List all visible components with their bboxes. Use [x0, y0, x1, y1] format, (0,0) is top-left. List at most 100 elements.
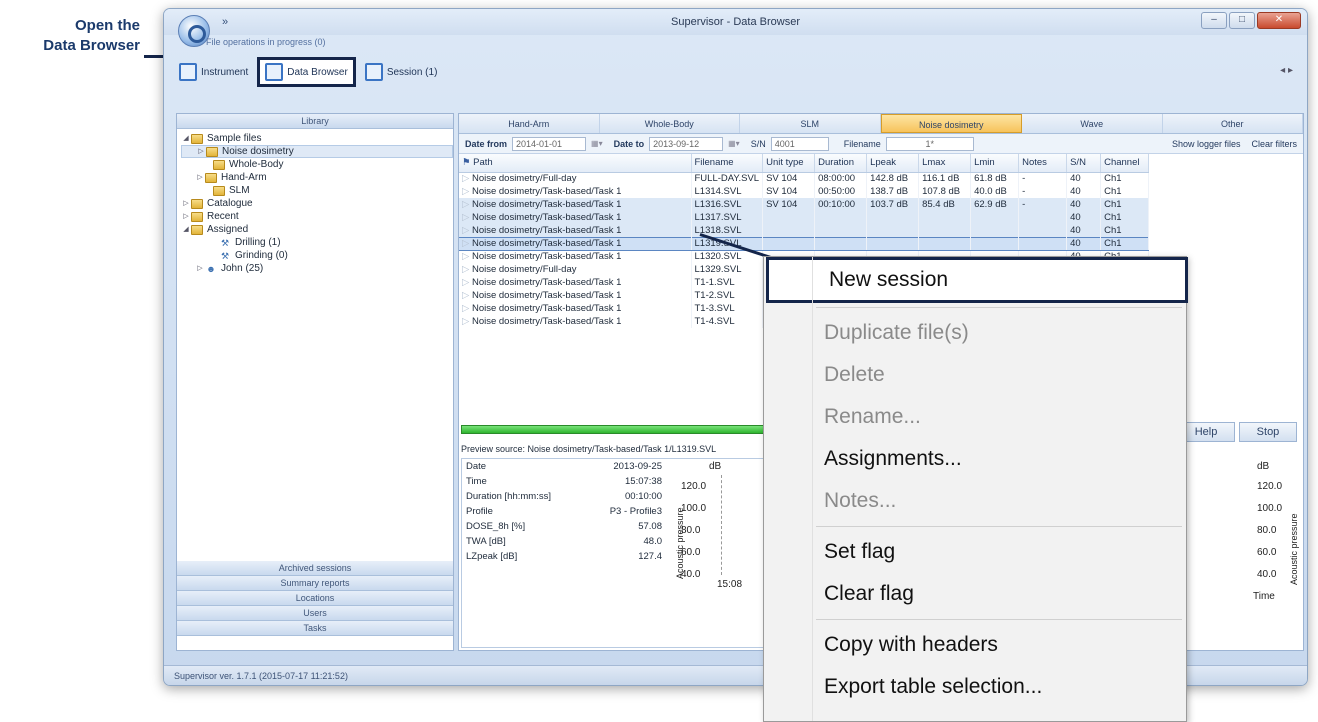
tab-noise-dosimetry[interactable]: Noise dosimetry: [880, 114, 1022, 133]
menu-item-export-table-selection[interactable]: Export table selection...: [764, 666, 1186, 708]
menu-item-set-flag[interactable]: Set flag: [764, 531, 1186, 573]
row-flag-icon[interactable]: ▷: [462, 316, 472, 327]
menu-item-assignments[interactable]: Assignments...: [764, 438, 1186, 480]
tree-item-label: Hand-Arm: [221, 172, 267, 183]
row-flag-icon[interactable]: ▷: [462, 225, 472, 236]
row-flag-icon[interactable]: ▷: [462, 238, 472, 249]
date-to-input[interactable]: 2013-09-12: [649, 136, 724, 151]
library-tab-locations[interactable]: Locations: [177, 591, 453, 606]
chart-right-unit: dB: [1257, 461, 1270, 472]
cell-duration: 00:10:00: [814, 198, 868, 211]
row-flag-icon[interactable]: ▷: [462, 212, 472, 223]
tab-wave[interactable]: Wave: [1022, 114, 1163, 133]
preview-row: LZpeak [dB] 127.4: [462, 549, 666, 564]
library-tab-summary-reports[interactable]: Summary reports: [177, 576, 453, 591]
tab-slm[interactable]: SLM: [740, 114, 881, 133]
cell-filename: L1314.SVL: [691, 185, 764, 198]
column-header-filename[interactable]: Filename: [691, 154, 764, 173]
table-row[interactable]: ▷ Noise dosimetry/Task-based/Task 1 L1319…: [459, 236, 1150, 251]
row-flag-icon[interactable]: ▷: [462, 186, 472, 197]
expand-toggle-icon[interactable]: ▷: [181, 197, 191, 210]
column-header-lmin[interactable]: Lmin: [970, 154, 1020, 173]
row-flag-icon[interactable]: ▷: [462, 277, 472, 288]
tab-whole-body[interactable]: Whole-Body: [600, 114, 740, 133]
library-tab-tasks[interactable]: Tasks: [177, 621, 453, 636]
row-flag-icon[interactable]: ▷: [462, 290, 472, 301]
expand-toggle-icon[interactable]: ▷: [181, 210, 191, 223]
quick-access-icon[interactable]: »: [222, 9, 228, 35]
sn-select[interactable]: 4001: [770, 136, 829, 151]
menu-item-rename[interactable]: Rename...: [764, 396, 1186, 438]
row-flag-icon[interactable]: ▷: [462, 173, 472, 184]
show-logger-files-button[interactable]: Show logger files: [1172, 139, 1241, 149]
tree-item-catalogue[interactable]: ▷ Catalogue: [181, 197, 453, 210]
menu-item-duplicate-file-s[interactable]: Duplicate file(s): [764, 312, 1186, 354]
column-header-unit-type[interactable]: Unit type: [762, 154, 816, 173]
tab-hand-arm[interactable]: Hand-Arm: [459, 114, 600, 133]
tree-item-grinding-0[interactable]: ⚒ Grinding (0): [181, 249, 453, 262]
tree-item-drilling-1[interactable]: ⚒ Drilling (1): [181, 236, 453, 249]
row-flag-icon[interactable]: ▷: [462, 251, 472, 262]
data-browser-button[interactable]: Data Browser: [257, 57, 356, 87]
table-row[interactable]: ▷ Noise dosimetry/Task-based/Task 1 L1318…: [459, 224, 1150, 237]
preview-key: Duration [hh:mm:ss]: [466, 491, 551, 502]
preview-key: LZpeak [dB]: [466, 551, 518, 562]
tree-item-slm[interactable]: SLM: [181, 184, 453, 197]
row-flag-icon[interactable]: ▷: [462, 199, 472, 210]
tab-other[interactable]: Other: [1163, 114, 1303, 133]
expand-toggle-icon[interactable]: ▷: [196, 145, 206, 158]
date-from-dropdown-icon[interactable]: ▦▾: [591, 139, 603, 148]
date-to-dropdown-icon[interactable]: ▦▾: [728, 139, 740, 148]
ribbon-nav-arrows-icon[interactable]: ◂ ▸: [1280, 65, 1293, 76]
tree-item-label: Noise dosimetry: [222, 146, 294, 157]
close-button[interactable]: ✕: [1257, 12, 1301, 29]
column-header-label: Unit type: [766, 157, 804, 169]
file-operations-status[interactable]: File operations in progress (0): [206, 37, 326, 47]
tree-item-hand-arm[interactable]: ▷ Hand-Arm: [181, 171, 453, 184]
menu-item-new-session[interactable]: New session: [766, 257, 1188, 303]
menu-item-copy-with-headers[interactable]: Copy with headers: [764, 624, 1186, 666]
stop-button[interactable]: Stop: [1239, 422, 1297, 442]
cell-filename: L1329.SVL: [691, 263, 764, 276]
date-from-input[interactable]: 2014-01-01: [512, 136, 587, 151]
clear-filters-button[interactable]: Clear filters: [1251, 139, 1297, 149]
tree-item-sample-files[interactable]: ◢ Sample files: [181, 132, 453, 145]
menu-separator: [816, 619, 1182, 620]
row-flag-icon[interactable]: ▷: [462, 264, 472, 275]
table-row[interactable]: ▷ Noise dosimetry/Task-based/Task 1 L1316…: [459, 198, 1150, 211]
menu-item-delete[interactable]: Delete: [764, 354, 1186, 396]
cell-lmax: [918, 211, 972, 224]
library-tab-archived-sessions[interactable]: Archived sessions: [177, 561, 453, 576]
column-header-path[interactable]: ⚑ Path: [459, 154, 692, 173]
column-header-lpeak[interactable]: Lpeak: [866, 154, 920, 173]
minimize-button[interactable]: –: [1201, 12, 1227, 29]
chart-plot-area: [721, 475, 751, 575]
tree-item-assigned[interactable]: ◢ Assigned: [181, 223, 453, 236]
instrument-button[interactable]: Instrument: [174, 57, 253, 87]
tree-item-whole-body[interactable]: Whole-Body: [181, 158, 453, 171]
column-header-lmax[interactable]: Lmax: [918, 154, 972, 173]
maximize-button[interactable]: □: [1229, 12, 1255, 29]
row-flag-icon[interactable]: ▷: [462, 303, 472, 314]
expand-toggle-icon[interactable]: ▷: [195, 171, 205, 184]
cell-notes: -: [1018, 198, 1068, 211]
column-header-notes[interactable]: Notes: [1018, 154, 1068, 173]
library-tab-users[interactable]: Users: [177, 606, 453, 621]
expand-toggle-icon[interactable]: ▷: [195, 262, 205, 275]
table-row[interactable]: ▷ Noise dosimetry/Task-based/Task 1 L1317…: [459, 211, 1150, 224]
session-button[interactable]: Session (1): [360, 57, 443, 87]
table-row[interactable]: ▷ Noise dosimetry/Full-day FULL-DAY.SVL SV…: [459, 172, 1150, 185]
tree-item-john-25[interactable]: ▷ ☻ John (25): [181, 262, 453, 275]
menu-item-notes[interactable]: Notes...: [764, 480, 1186, 522]
column-header-s-n[interactable]: S/N: [1066, 154, 1102, 173]
tree-item-recent[interactable]: ▷ Recent: [181, 210, 453, 223]
column-header-channel[interactable]: Channel: [1100, 154, 1150, 173]
menu-item-clear-flag[interactable]: Clear flag: [764, 573, 1186, 615]
expand-toggle-icon[interactable]: ◢: [181, 223, 191, 236]
table-row[interactable]: ▷ Noise dosimetry/Task-based/Task 1 L1314…: [459, 185, 1150, 198]
tree-item-noise-dosimetry[interactable]: ▷ Noise dosimetry: [181, 145, 453, 158]
column-header-duration[interactable]: Duration: [814, 154, 868, 173]
cell-lpeak: [866, 211, 920, 224]
filename-input[interactable]: 1*: [885, 136, 974, 151]
expand-toggle-icon[interactable]: ◢: [181, 132, 191, 145]
